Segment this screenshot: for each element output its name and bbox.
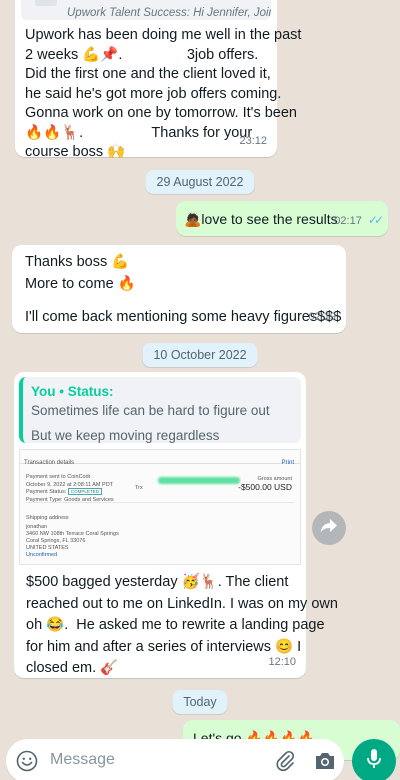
message-bubble-status-reply[interactable]: You • Status: Sometimes life can be hard… [14,372,338,678]
forward-button[interactable] [312,511,346,545]
redacted-highlight [158,477,240,484]
date-separator: Today [172,690,228,714]
paperclip-icon[interactable] [274,750,296,772]
date-separator: 29 August 2022 [145,170,255,194]
message-line: Thanks boss 💪 [25,254,130,270]
quoted-status[interactable]: You • Status: Sometimes life can be hard… [19,377,301,443]
divider [26,502,294,503]
preview-subtitle: Upwork Talent Success: Hi Jennifer, Join… [67,7,271,19]
preview-thumbnail [35,0,57,6]
voice-record-button[interactable] [352,739,396,780]
quote-text-line: But we keep moving regardless [31,428,220,443]
read-receipt-icon: ✓✓ [367,213,384,227]
quote-text-line: Sometimes life can be hard to figure out [31,403,270,418]
message-input[interactable]: Message [50,751,115,769]
quote-title: You • Status: [31,384,114,399]
message-bubble-outgoing[interactable]: 🙇🏾love to see the results 02:17 ✓✓ [176,201,388,236]
message-time: 02:19 [308,311,336,323]
date-separator: 10 October 2022 [142,343,258,367]
message-bubble-upwork[interactable]: Upwork Talent Success: Hi Jennifer, Join… [15,0,301,160]
emoji-icon[interactable] [16,750,38,772]
message-input-bar: Message [6,739,344,780]
message-bubble-thanks[interactable]: Thanks boss 💪 More to come 🔥 I'll come b… [12,245,346,333]
camera-icon[interactable] [314,750,336,772]
mic-icon [366,748,382,775]
message-line: I'll come back mentioning some heavy fig… [25,309,342,325]
message-time: 02:17 ✓✓ [334,213,384,227]
message-time: 12:10 [268,656,296,668]
transaction-image[interactable]: Transaction details Print Payment sent t… [19,449,301,565]
message-text: 🙇🏾love to see the results [184,211,338,227]
chat-area: Upwork Talent Success: Hi Jennifer, Join… [0,0,400,780]
forward-icon [320,518,338,539]
message-line: More to come 🔥 [25,276,136,292]
link-preview[interactable]: Upwork Talent Success: Hi Jennifer, Join… [21,0,271,20]
transaction-amount: -$500.00 USD [238,482,292,492]
transaction-header: Transaction details Print [20,450,300,466]
message-time: 23:12 [239,135,267,147]
